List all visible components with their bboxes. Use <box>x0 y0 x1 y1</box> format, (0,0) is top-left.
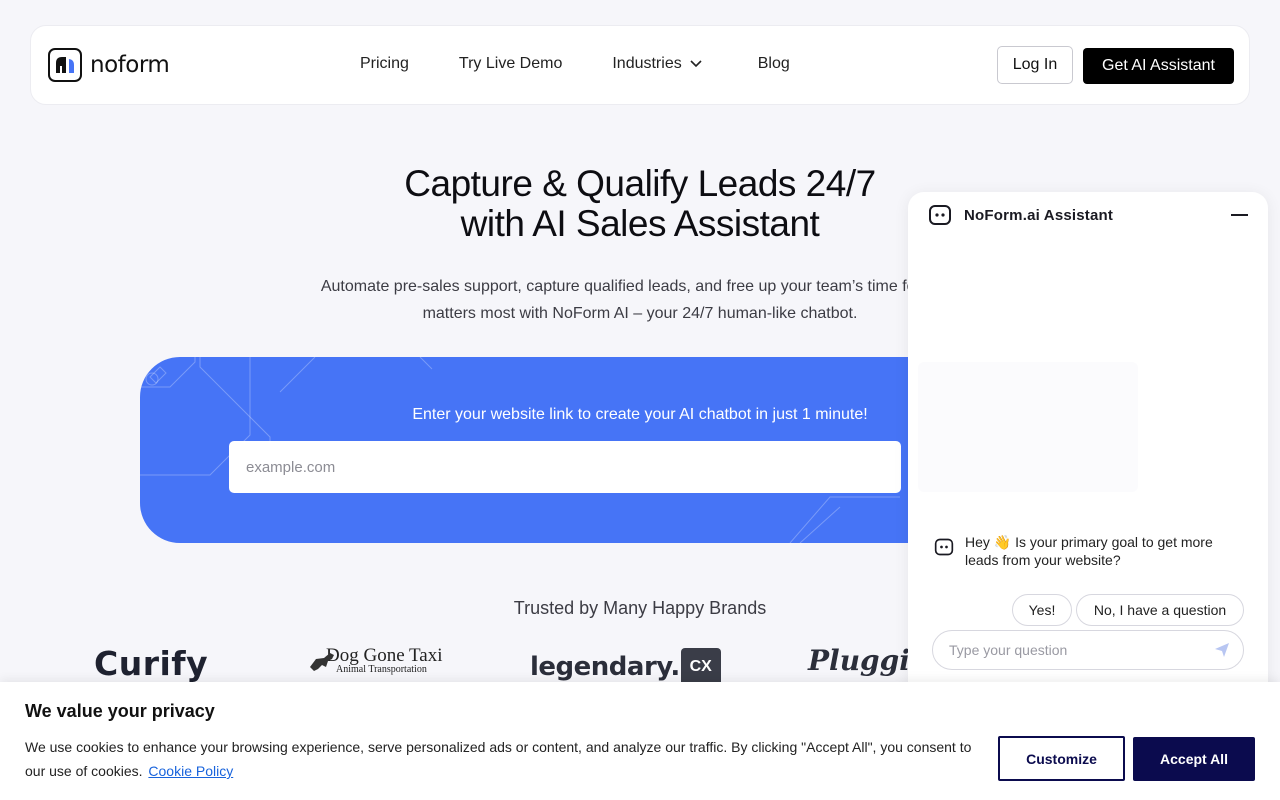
main-nav: Pricing Try Live Demo Industries Blog <box>360 55 840 73</box>
chat-title: NoForm.ai Assistant <box>964 206 1114 224</box>
hero-title: Capture & Qualify Leads 24/7 with AI Sal… <box>290 164 990 244</box>
chat-placeholder-area <box>918 362 1138 492</box>
chat-input-placeholder: Type your question <box>949 642 1068 658</box>
chat-header: NoForm.ai Assistant <box>928 203 1113 227</box>
hero-subtitle-line2: matters most with NoForm AI – your 24/7 … <box>422 305 858 322</box>
cookie-text: We use cookies to enhance your browsing … <box>25 735 990 783</box>
nav-try-live-demo[interactable]: Try Live Demo <box>459 55 562 73</box>
cookie-policy-link[interactable]: Cookie Policy <box>148 763 233 779</box>
brand-logo-pluggi: Pluggi <box>808 644 910 677</box>
nav-industries[interactable]: Industries <box>612 55 702 73</box>
send-icon[interactable] <box>1214 642 1230 658</box>
brand-logo-curify: Curify <box>94 644 209 683</box>
logo-mark-icon <box>48 48 82 82</box>
brand-dog-gone-taxi-tagline: Animal Transportation <box>336 664 427 675</box>
cookie-title: We value your privacy <box>25 701 215 721</box>
nav-blog[interactable]: Blog <box>758 55 790 73</box>
nav-demo-label: Try Live Demo <box>458 55 563 72</box>
bot-message: Hey 👋 Is your primary goal to get more l… <box>934 533 1235 569</box>
brand-cx-badge: CX <box>680 648 721 686</box>
chevron-down-icon <box>690 60 702 68</box>
hero-subtitle: Automate pre-sales support, capture qual… <box>300 273 980 327</box>
hero-title-line1: Capture & Qualify Leads 24/7 <box>404 163 876 204</box>
hero-subtitle-line1: Automate pre-sales support, capture qual… <box>320 278 960 295</box>
accept-all-button[interactable]: Accept All <box>1133 737 1255 781</box>
hero-title-line2: with AI Sales Assistant <box>460 203 820 244</box>
cookie-banner: We value your privacy We use cookies to … <box>0 682 1280 800</box>
chat-bot-icon <box>929 205 951 225</box>
nav-pricing-label: Pricing <box>360 55 409 72</box>
logo[interactable]: noform <box>48 48 170 82</box>
website-url-input[interactable] <box>229 441 901 493</box>
chat-bot-avatar-icon <box>934 538 954 556</box>
logo-text: noform <box>90 52 170 78</box>
customize-button[interactable]: Customize <box>998 736 1125 781</box>
site-header: noform Pricing Try Live Demo Industries … <box>30 25 1250 105</box>
brand-logo-legendary-cx: legendary. CX <box>530 648 721 686</box>
dog-icon <box>310 653 334 671</box>
brand-legendary-name: legendary. <box>530 652 680 682</box>
nav-blog-label: Blog <box>757 55 790 72</box>
quick-reply-question[interactable]: No, I have a question <box>1076 594 1244 626</box>
brand-logo-dog-gone-taxi: Dog Gone Taxi Animal Transportation <box>306 645 443 675</box>
nav-industries-label: Industries <box>612 55 682 72</box>
login-button[interactable]: Log In <box>997 46 1073 84</box>
minimize-icon[interactable] <box>1231 214 1248 216</box>
chat-question-input[interactable]: Type your question <box>932 630 1244 670</box>
quick-reply-yes[interactable]: Yes! <box>1012 594 1072 626</box>
get-ai-assistant-button[interactable]: Get AI Assistant <box>1083 48 1234 84</box>
nav-pricing[interactable]: Pricing <box>360 55 409 73</box>
bot-message-text: Hey 👋 Is your primary goal to get more l… <box>965 534 1213 568</box>
